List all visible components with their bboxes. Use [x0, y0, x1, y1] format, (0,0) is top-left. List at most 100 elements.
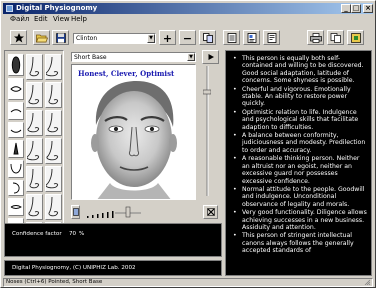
- characteristics-panel: This person is equally both self-contain…: [225, 50, 372, 276]
- confidence-value: 70: [69, 231, 77, 237]
- feature-category-eyebrow[interactable]: [8, 102, 24, 120]
- help-book-button[interactable]: [263, 30, 280, 45]
- nose-variant-4[interactable]: [26, 138, 43, 164]
- resize-grip-icon[interactable]: [364, 279, 371, 285]
- printer-icon: [309, 32, 322, 43]
- add-button[interactable]: +: [159, 30, 176, 45]
- copy-button[interactable]: [327, 30, 344, 45]
- book-icon: [267, 32, 276, 43]
- play-icon: [208, 54, 214, 60]
- app-icon: [6, 5, 13, 12]
- save-button[interactable]: [52, 30, 69, 45]
- chin-icon: [10, 163, 22, 174]
- nose-icon: [28, 196, 40, 217]
- compare-faces-icon: [202, 32, 213, 43]
- nose-icon: [29, 168, 40, 189]
- compare-button[interactable]: [199, 30, 216, 45]
- feature-category-nose[interactable]: [8, 140, 24, 158]
- nose-icon: [48, 196, 59, 217]
- confidence-box: Confidence factor 70 %: [4, 223, 222, 257]
- composite-face-image: [91, 81, 177, 199]
- menu-view[interactable]: View: [53, 14, 70, 24]
- report-icon: [247, 32, 256, 43]
- menu-edit[interactable]: Edit: [34, 14, 48, 24]
- star-icon: [13, 32, 24, 42]
- chevron-down-icon[interactable]: ▼: [187, 53, 195, 61]
- feature-category-eye[interactable]: [8, 78, 24, 100]
- copyright-box: Digital Physiognomy, (C) UNIPHIZ Lab. 20…: [4, 260, 222, 276]
- nose-variant-8[interactable]: [45, 54, 62, 80]
- nose-icon: [26, 140, 40, 161]
- characteristic-item: Optimistic relation to life. Indulgence …: [233, 109, 368, 131]
- maximize-button[interactable]: □: [351, 4, 361, 13]
- person-combo[interactable]: Clinton ▼: [73, 33, 156, 44]
- zoom-toggle-button[interactable]: [71, 205, 80, 219]
- copy-icon: [330, 32, 341, 43]
- ear-icon: [12, 182, 20, 194]
- size-slider-thumb: [125, 206, 131, 218]
- face-shape-icon: [11, 56, 21, 74]
- nose-variant-6[interactable]: [26, 194, 43, 220]
- face-canvas[interactable]: Honest, Clever, Optimist: [71, 64, 196, 200]
- remove-button[interactable]: −: [179, 30, 196, 45]
- nose-variant-12[interactable]: [45, 166, 62, 192]
- feature-category-mouth[interactable]: [8, 122, 24, 138]
- nose-icon: [48, 84, 59, 105]
- menu-bar: Файл Edit View Help: [3, 14, 373, 24]
- menu-file[interactable]: Файл: [10, 14, 29, 24]
- size-slider[interactable]: [85, 206, 143, 219]
- eyebrow-icon: [10, 109, 22, 113]
- status-text: Noses (Ctrl+6) Pointed, Short Base: [6, 279, 103, 285]
- minimize-button[interactable]: _: [341, 4, 351, 13]
- nose-icon: [28, 84, 40, 105]
- characteristic-item: Very good functionality. Diligence allow…: [233, 209, 368, 231]
- base-combo-value: Short Base: [74, 54, 107, 61]
- window-title: Digital Physiognomy: [16, 4, 98, 12]
- feature-category-face-shape[interactable]: [8, 54, 24, 76]
- favorite-button[interactable]: [10, 30, 27, 45]
- folder-open-icon: [35, 34, 48, 42]
- floppy-disk-icon: [55, 32, 66, 43]
- characteristic-item: This person is equally both self-contain…: [233, 55, 368, 85]
- nose-icon: [13, 142, 19, 155]
- characteristic-item: Normal attitude to the people. Goodwill …: [233, 186, 368, 208]
- document-list-icon: [227, 32, 236, 43]
- options-icon: [350, 32, 361, 43]
- eye-icon: [10, 86, 22, 92]
- mouth-icon: [10, 129, 22, 133]
- report-button[interactable]: [243, 30, 260, 45]
- chevron-down-icon[interactable]: ▼: [147, 34, 155, 43]
- feature-category-ear[interactable]: [8, 180, 24, 196]
- nose-variant-9[interactable]: [45, 82, 62, 108]
- nose-variant-10[interactable]: [45, 110, 62, 136]
- feature-category-lip[interactable]: [8, 198, 24, 216]
- play-button[interactable]: [202, 50, 219, 64]
- minus-icon: −: [182, 32, 193, 45]
- person-combo-value: Clinton: [76, 35, 98, 42]
- feature-category-chin[interactable]: [8, 160, 24, 178]
- nose-variant-11[interactable]: [45, 138, 62, 164]
- confidence-unit: %: [79, 231, 85, 237]
- nose-variant-3[interactable]: [26, 110, 43, 136]
- characteristic-item: A balance between conformity, judiciousn…: [233, 132, 368, 154]
- close-icon: [206, 208, 215, 216]
- reset-button[interactable]: [203, 205, 218, 219]
- lip-icon: [10, 205, 22, 209]
- options-button[interactable]: [347, 30, 364, 45]
- menu-help[interactable]: Help: [71, 14, 87, 24]
- nose-variant-5[interactable]: [26, 166, 43, 192]
- characteristic-item: A reasonable thinking person. Neither an…: [233, 155, 368, 185]
- nose-icon: [47, 112, 59, 133]
- nose-variant-2[interactable]: [26, 82, 43, 108]
- title-bar[interactable]: Digital Physiognomy _ □ ×: [3, 3, 373, 14]
- vertical-slider[interactable]: [202, 66, 212, 196]
- nose-variant-1[interactable]: [26, 54, 43, 80]
- open-button[interactable]: [33, 30, 50, 45]
- close-button[interactable]: ×: [363, 4, 373, 13]
- describe-button[interactable]: [223, 30, 240, 45]
- zoom-icon: [72, 208, 79, 216]
- characteristic-item: Cheerful and vigorous. Emotionally stabl…: [233, 86, 368, 108]
- print-button[interactable]: [307, 30, 324, 45]
- nose-variant-13[interactable]: [45, 194, 62, 220]
- base-combo[interactable]: Short Base ▼: [71, 52, 196, 62]
